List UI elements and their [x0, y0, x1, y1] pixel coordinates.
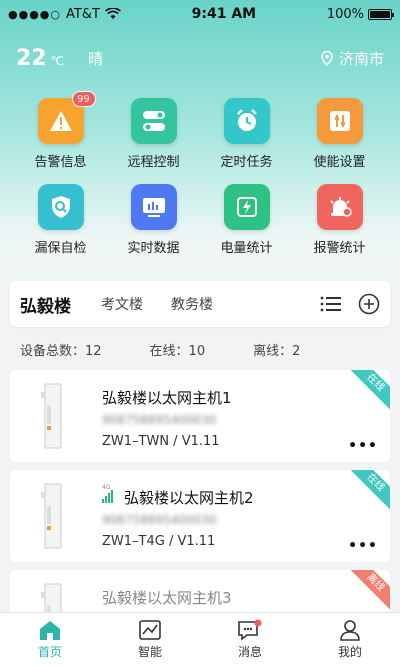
building-tabs: 弘毅楼 考文楼 教务楼: [10, 281, 390, 327]
shortcut-label: 电量统计: [220, 241, 273, 256]
shortcut-label: 远程控制: [127, 155, 180, 170]
message-icon: [238, 619, 262, 641]
tab-label: 我的: [337, 645, 362, 659]
chart-icon: [139, 620, 161, 640]
alarm-clock-icon: [223, 98, 270, 144]
more-options-icon[interactable]: •••: [348, 538, 378, 554]
battery-icon: [367, 8, 394, 20]
tab-messages[interactable]: 消息: [200, 613, 300, 666]
shortcut-label: 实时数据: [127, 241, 180, 256]
device-image: [41, 483, 62, 549]
user-icon: [340, 620, 360, 641]
shortcut-realtime-data[interactable]: 实时数据: [107, 184, 200, 256]
device-image: [41, 383, 62, 449]
tab-building-hongyi[interactable]: 弘毅楼: [20, 292, 71, 317]
city-selector[interactable]: 济南市: [321, 48, 384, 69]
more-options-icon[interactable]: •••: [348, 438, 378, 454]
device-serial: 908758895400030: [102, 513, 217, 527]
shortcut-energy-stats[interactable]: 电量统计: [200, 184, 293, 256]
device-model: ZW1–TWN / V1.11: [102, 434, 220, 449]
toggle-icon: [130, 98, 177, 144]
monitor-icon: [130, 184, 177, 230]
battery-percent: 100%: [326, 6, 364, 22]
bottom-tabbar: 首页 智能 消息 我的: [0, 612, 400, 666]
temperature: 22: [16, 45, 47, 71]
status-bar: ●●●●○ AT&T 9:41 AM 100%: [0, 0, 400, 28]
device-name: 弘毅楼以太网主机1: [102, 389, 232, 407]
energy-icon: [223, 184, 270, 230]
weather-condition: 晴: [88, 49, 104, 68]
tab-building-kaowen[interactable]: 考文楼: [101, 294, 143, 314]
device-card[interactable]: 弘毅楼以太网主机1 908758895400030 ZW1–TWN / V1.1…: [10, 370, 390, 462]
device-name: 弘毅楼以太网主机2: [124, 489, 254, 507]
stat-total: 设备总数：12: [20, 344, 102, 359]
alarm-count-badge: 99: [71, 91, 96, 107]
shortcut-label: 漏保自检: [34, 241, 87, 256]
add-circle-icon[interactable]: [358, 293, 380, 315]
signal-dots-icon: ●●●●○: [8, 7, 61, 21]
city-name: 济南市: [338, 49, 384, 68]
shortcut-label: 定时任务: [220, 155, 273, 170]
device-model: ZW1–T4G / V1.11: [102, 534, 216, 549]
temperature-unit: ℃: [50, 54, 65, 68]
location-pin-icon: [321, 50, 333, 66]
warning-icon: 99: [37, 91, 96, 144]
stat-offline: 离线：2: [253, 344, 301, 359]
status-time: 9:41 AM: [191, 6, 257, 22]
tab-label: 首页: [37, 645, 62, 659]
sliders-icon: [316, 98, 363, 144]
status-badge: 在线: [346, 470, 390, 512]
tab-home[interactable]: 首页: [0, 613, 100, 666]
shortcut-label: 告警信息: [34, 155, 87, 170]
shortcut-label: 报警统计: [313, 241, 366, 256]
tab-smart[interactable]: 智能: [100, 613, 200, 666]
device-stats: 设备总数：12 在线：10 离线：2: [20, 340, 380, 359]
list-icon[interactable]: [320, 295, 342, 313]
device-card[interactable]: 4G 弘毅楼以太网主机2 908758895400030 ZW1–T4G / V…: [10, 470, 390, 562]
signal-strength-icon: [102, 490, 113, 503]
tab-profile[interactable]: 我的: [300, 613, 400, 666]
siren-icon: [316, 184, 363, 230]
tab-label: 消息: [237, 645, 262, 659]
tab-label: 智能: [137, 645, 162, 659]
shortcut-alarm-stats[interactable]: 报警统计: [293, 184, 386, 256]
shortcut-leakage-selftest[interactable]: 漏保自检: [14, 184, 107, 256]
shortcut-remote-control[interactable]: 远程控制: [107, 98, 200, 170]
device-serial: 908758895400030: [102, 413, 217, 427]
shortcut-scheduled-task[interactable]: 定时任务: [200, 98, 293, 170]
tab-building-jiaowu[interactable]: 教务楼: [171, 294, 213, 314]
wifi-icon: [105, 8, 121, 19]
status-badge: 离线: [346, 570, 390, 612]
shortcut-label: 使能设置: [313, 155, 366, 170]
status-badge: 在线: [346, 370, 390, 412]
shortcut-alarm-info[interactable]: 99 告警信息: [14, 91, 107, 170]
home-icon: [40, 621, 60, 640]
stat-online: 在线：10: [149, 344, 206, 359]
device-name: 弘毅楼以太网主机3: [102, 589, 232, 607]
carrier-label: AT&T: [66, 6, 100, 22]
shield-search-icon: [37, 184, 84, 230]
shortcut-grid: 99 告警信息 远程控制 定时任务 使能设置 漏保自检 实时数据 电量统计 报警…: [14, 91, 386, 256]
weather-bar: 22 ℃ 晴 济南市: [16, 44, 384, 72]
shortcut-enable-settings[interactable]: 使能设置: [293, 98, 386, 170]
